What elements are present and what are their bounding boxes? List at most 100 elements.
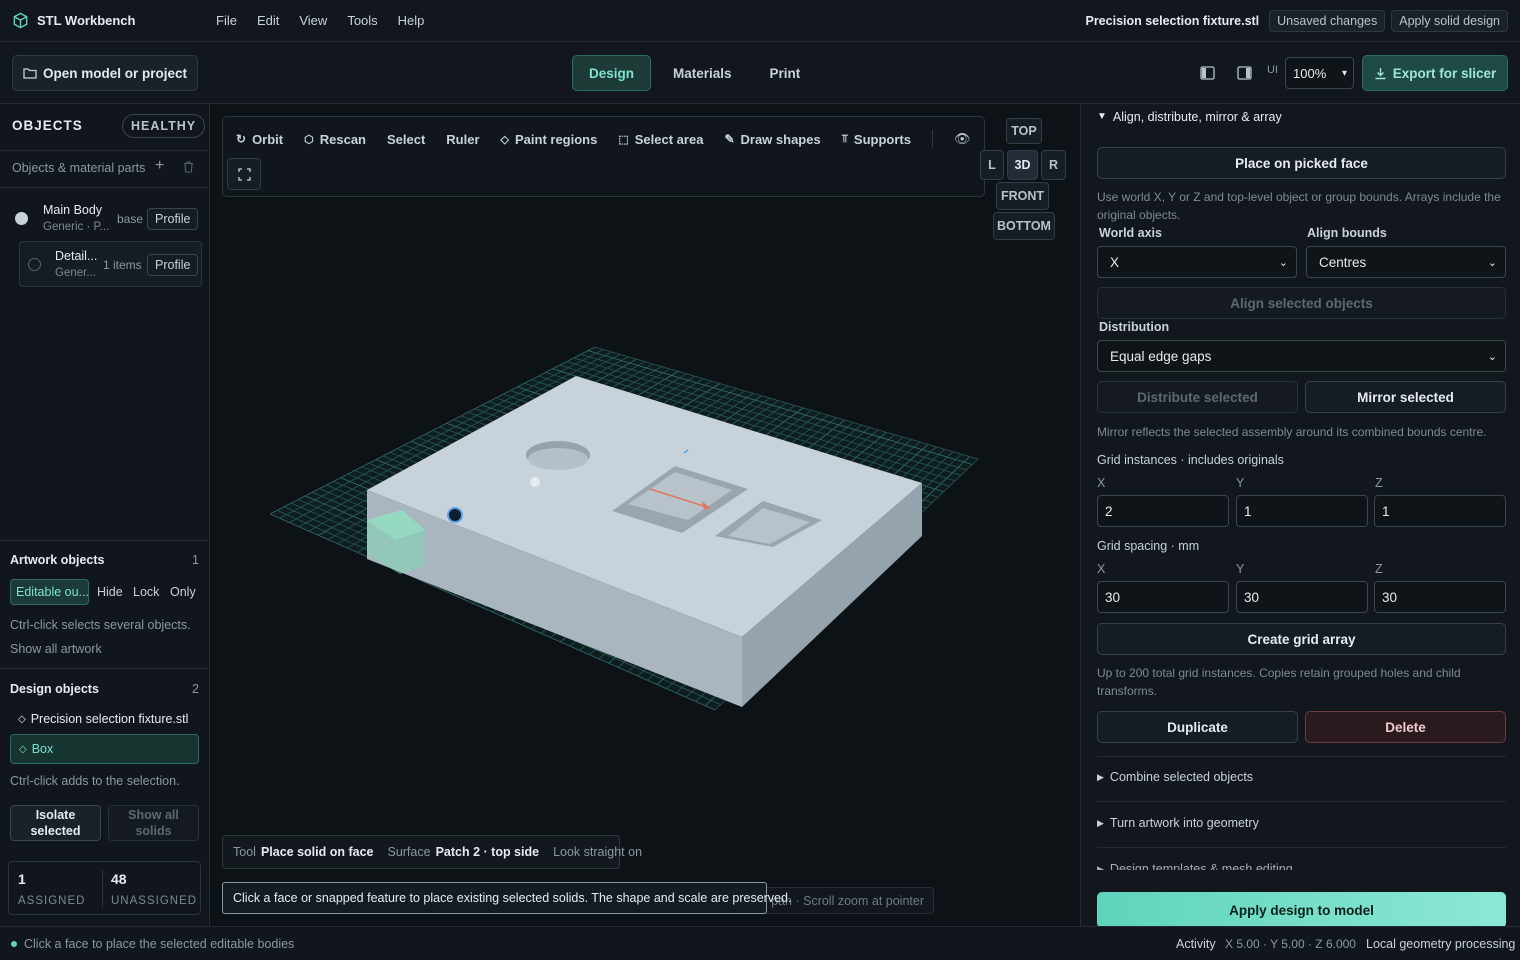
- editable-outline-button[interactable]: Editable ou...: [10, 579, 89, 605]
- grid-note: Up to 200 total grid instances. Copies r…: [1097, 666, 1461, 698]
- grid-y-input[interactable]: 1: [1236, 495, 1368, 527]
- menu-view[interactable]: View: [299, 13, 327, 28]
- add-part-icon[interactable]: +: [155, 157, 164, 175]
- only-artwork-button[interactable]: Only: [170, 585, 196, 599]
- view-right-button[interactable]: R: [1041, 150, 1066, 180]
- view-3d-button[interactable]: 3D: [1007, 150, 1038, 180]
- view-front-button[interactable]: FRONT: [996, 182, 1049, 210]
- scene[interactable]: [210, 104, 1080, 926]
- profile-button[interactable]: Profile: [147, 208, 199, 230]
- ui-zoom-select[interactable]: 100% ▾: [1285, 57, 1354, 89]
- list-item[interactable]: Main Body Generic · P... base Profile: [0, 196, 209, 240]
- view-bottom-button[interactable]: BOTTOM: [993, 212, 1055, 240]
- view-left-button[interactable]: L: [980, 150, 1004, 180]
- chevron-down-icon: ▾: [1341, 67, 1347, 79]
- tool-draw-shapes[interactable]: ✎ Draw shapes: [724, 132, 820, 147]
- apply-design-button[interactable]: Apply design to model: [1097, 892, 1506, 926]
- apply-solid-button[interactable]: Apply solid design: [1391, 9, 1508, 32]
- grid-z-input[interactable]: 1: [1374, 495, 1506, 527]
- 3d-viewport[interactable]: ↻ Orbit ⬡ Rescan Select Ruler ◇ Paint regio…: [210, 104, 1080, 926]
- tool-value: Place solid on face: [260, 845, 374, 859]
- tool-row: ↻ Orbit ⬡ Rescan Select Ruler ◇ Paint regio…: [236, 130, 971, 148]
- trash-icon[interactable]: [183, 161, 194, 173]
- spacing-z-input[interactable]: 30: [1374, 581, 1506, 613]
- menu-help[interactable]: Help: [398, 13, 425, 28]
- chevron-down-icon: ⌄: [1487, 350, 1497, 363]
- part-dot-icon: [28, 258, 41, 271]
- part-name: Detail...: [55, 249, 98, 263]
- list-item[interactable]: Detail... Gener... 1 items Profile: [19, 241, 202, 287]
- place-on-face-button[interactable]: Place on picked face: [1097, 147, 1506, 179]
- view-top-button[interactable]: TOP: [1006, 118, 1042, 144]
- align-bounds-select[interactable]: Centres ⌄: [1306, 246, 1506, 278]
- align-bounds-label: Align bounds: [1307, 226, 1387, 240]
- right-panel-toggle-icon[interactable]: [1237, 66, 1252, 80]
- spacing-x-input[interactable]: 30: [1097, 581, 1229, 613]
- mirror-selected-button[interactable]: Mirror selected: [1305, 381, 1506, 413]
- tool-palette: [222, 116, 985, 197]
- section-combine-header[interactable]: ▶ Combine selected objects: [1097, 770, 1253, 785]
- caret-right-icon: ▶: [1097, 818, 1104, 828]
- tab-design[interactable]: Design: [572, 55, 652, 91]
- tool-select[interactable]: Select: [387, 132, 425, 147]
- list-item[interactable]: ◇ Precision selection fixture.stl: [18, 712, 188, 727]
- profile-button[interactable]: Profile: [147, 254, 199, 276]
- tool-ruler[interactable]: Ruler: [446, 132, 479, 147]
- eye-icon[interactable]: 👁: [954, 131, 971, 147]
- artwork-geometry-label: Turn artwork into geometry: [1109, 816, 1259, 830]
- section-artwork-geometry-header[interactable]: ▶ Turn artwork into geometry: [1097, 816, 1259, 831]
- tool-orbit[interactable]: ↻ Orbit: [236, 132, 283, 147]
- open-model-button[interactable]: Open model or project: [12, 55, 198, 91]
- picked-point[interactable]: [447, 507, 463, 523]
- spacing-y-input[interactable]: 30: [1236, 581, 1368, 613]
- activity-link[interactable]: Activity: [1176, 937, 1216, 951]
- tab-materials[interactable]: Materials: [657, 55, 748, 91]
- part-name: Main Body: [43, 203, 103, 217]
- spacing-z-label: Z: [1375, 562, 1383, 576]
- pencil-icon: ✎: [724, 132, 735, 146]
- unsaved-badge: Unsaved changes: [1269, 9, 1386, 32]
- duplicate-button[interactable]: Duplicate: [1097, 711, 1298, 743]
- chevron-down-icon: ⌄: [1487, 256, 1497, 269]
- tool-select-area[interactable]: ⬚ Select area: [618, 132, 703, 147]
- status-message: Click a face to place the selected edita…: [24, 937, 295, 951]
- design-objects-title: Design objects: [10, 682, 99, 696]
- tool-paint-regions[interactable]: ◇ Paint regions: [501, 132, 598, 147]
- delete-button[interactable]: Delete: [1305, 711, 1506, 743]
- distribution-label: Distribution: [1099, 320, 1170, 334]
- mirror-note: Mirror reflects the selected assembly ar…: [1097, 425, 1487, 439]
- supports-icon: ⫪: [841, 132, 848, 145]
- menu-edit[interactable]: Edit: [257, 13, 279, 28]
- menu-file[interactable]: File: [216, 13, 237, 28]
- tab-print[interactable]: Print: [754, 55, 817, 91]
- caret-down-icon: ▼: [1097, 111, 1107, 122]
- grid-x-input[interactable]: 2: [1097, 495, 1229, 527]
- tool-rescan[interactable]: ⬡ Rescan: [304, 132, 366, 147]
- snap-point[interactable]: [530, 477, 540, 487]
- create-grid-button[interactable]: Create grid array: [1097, 623, 1506, 655]
- fullscreen-button[interactable]: [227, 158, 261, 190]
- look-straight-link[interactable]: Look straight on: [553, 845, 642, 859]
- world-axis-select[interactable]: X ⌄: [1097, 246, 1297, 278]
- surface-value: Patch 2 · top side: [435, 845, 540, 859]
- align-selected-button[interactable]: Align selected objects: [1097, 287, 1506, 319]
- header-right: Precision selection fixture.stl Unsaved …: [1085, 9, 1520, 32]
- artwork-count: 1: [192, 553, 199, 567]
- left-panel-toggle-icon[interactable]: [1200, 66, 1215, 80]
- world-axis-label: World axis: [1099, 226, 1162, 240]
- distribute-selected-button[interactable]: Distribute selected: [1097, 381, 1298, 413]
- hide-artwork-button[interactable]: Hide: [97, 585, 123, 599]
- isolate-selected-button[interactable]: Isolate selected: [10, 805, 101, 841]
- tool-supports[interactable]: ⫪ Supports: [842, 132, 911, 147]
- list-item[interactable]: ◇ Box: [10, 734, 199, 764]
- lock-artwork-button[interactable]: Lock: [133, 585, 159, 599]
- section-align-header[interactable]: ▼ Align, distribute, mirror & array: [1097, 110, 1282, 124]
- main-menu: File Edit View Tools Help: [216, 13, 424, 28]
- diamond-icon: ◇: [19, 743, 27, 755]
- distribution-select[interactable]: Equal edge gaps ⌄: [1097, 340, 1506, 372]
- show-all-solids-button[interactable]: Show all solids: [108, 805, 199, 841]
- export-slicer-button[interactable]: Export for slicer: [1362, 55, 1508, 91]
- menu-tools[interactable]: Tools: [347, 13, 377, 28]
- show-all-artwork-link[interactable]: Show all artwork: [10, 642, 102, 656]
- assigned-count: 1: [18, 871, 26, 887]
